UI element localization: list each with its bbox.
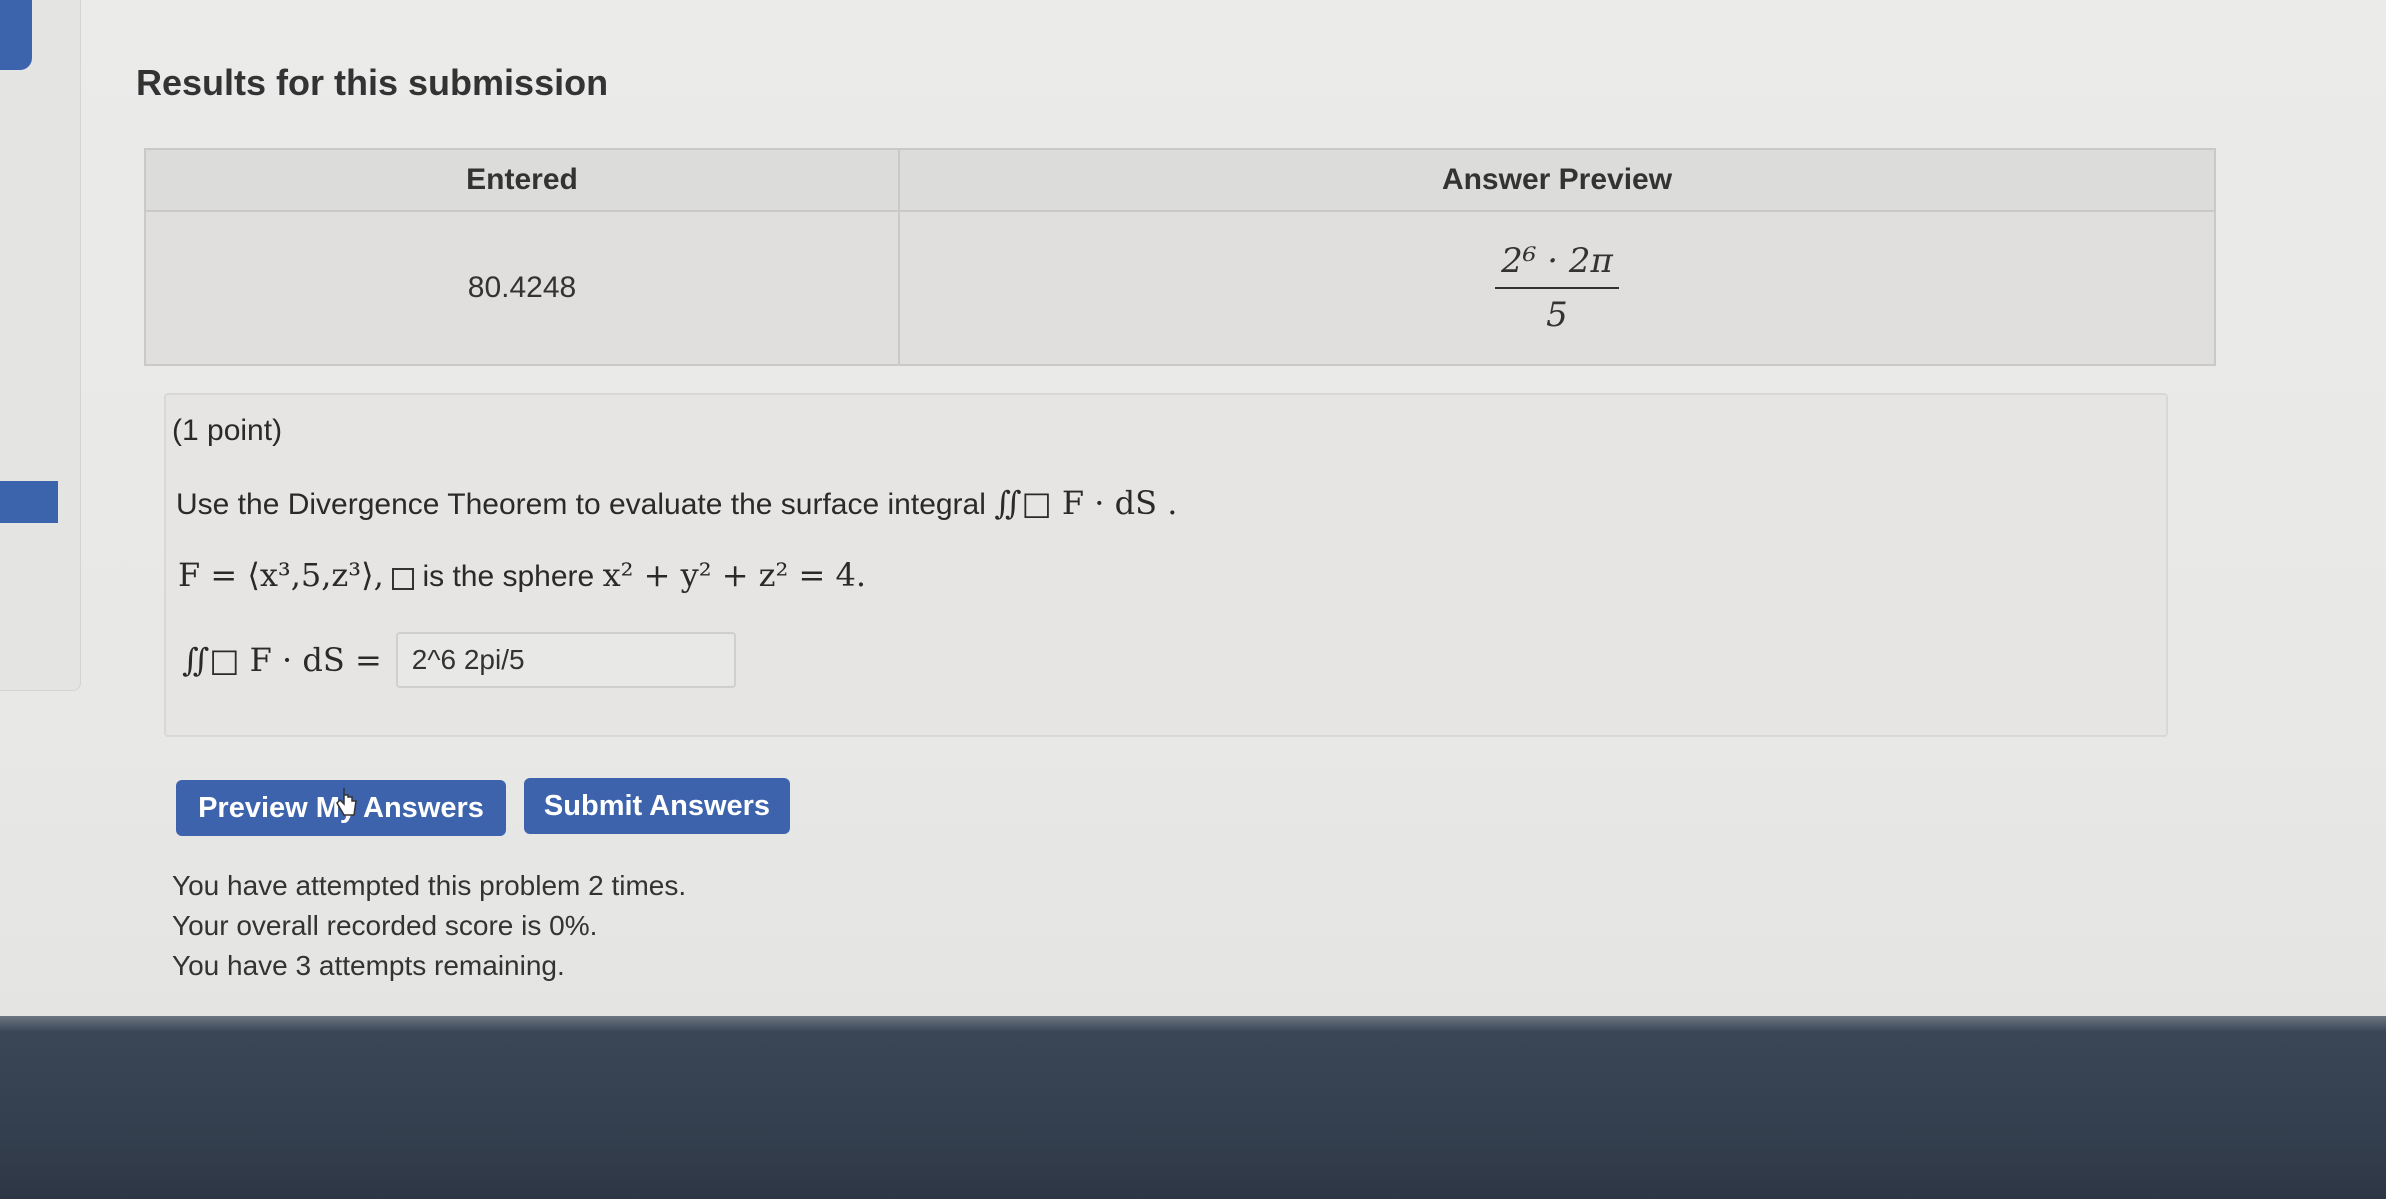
screen-bottom-bezel [0, 1016, 2386, 1199]
attempts-text: You have attempted this problem 2 times. [172, 870, 687, 901]
mouse-cursor-icon [336, 788, 357, 816]
answer-input[interactable] [395, 632, 736, 688]
answer-label: ∬□ F · dS = [182, 641, 382, 679]
problem-instruction: Use the Divergence Theorem to evaluate t… [176, 484, 1177, 522]
results-table: Entered Answer Preview 80.4248 2⁶ · 2π 5 [144, 148, 2216, 366]
submit-answers-button[interactable]: Submit Answers [524, 778, 790, 834]
field-definition: F = ⟨x³,5,z³⟩, is the sphere x² + y² + z… [178, 556, 866, 594]
preview-numerator: 2⁶ · 2π [1495, 241, 1619, 289]
entered-value: 80.4248 [144, 210, 900, 366]
answer-preview-fraction: 2⁶ · 2π 5 [1495, 241, 1619, 335]
sphere-equation: x² + y² + z² = 4. [602, 556, 867, 594]
attempt-status: You have attempted this problem 2 times.… [172, 866, 686, 986]
sidebar-tab-active[interactable] [0, 481, 58, 523]
remaining-text: You have 3 attempts remaining. [172, 950, 565, 981]
preview-denominator: 5 [1546, 295, 1568, 335]
instruction-text: Use the Divergence Theorem to evaluate t… [176, 488, 986, 521]
results-header-row: Entered Answer Preview [144, 148, 2216, 212]
surface-symbol-icon [392, 568, 415, 590]
vector-field: F = ⟨x³,5,z³⟩, [178, 556, 384, 594]
header-answer-preview: Answer Preview [898, 148, 2216, 212]
left-sidebar [0, 0, 81, 691]
results-row: 80.4248 2⁶ · 2π 5 [144, 210, 2216, 366]
header-entered: Entered [144, 148, 900, 212]
sidebar-tab-top[interactable] [0, 0, 32, 70]
answer-preview-cell: 2⁶ · 2π 5 [898, 210, 2216, 366]
answer-row: ∬□ F · dS = [182, 632, 736, 688]
score-text: Your overall recorded score is 0%. [172, 910, 598, 941]
results-title: Results for this submission [136, 62, 609, 103]
sphere-text: is the sphere [422, 560, 595, 593]
problem-points: (1 point) [172, 414, 283, 447]
integral-expression: ∬□ F · dS . [994, 484, 1178, 522]
